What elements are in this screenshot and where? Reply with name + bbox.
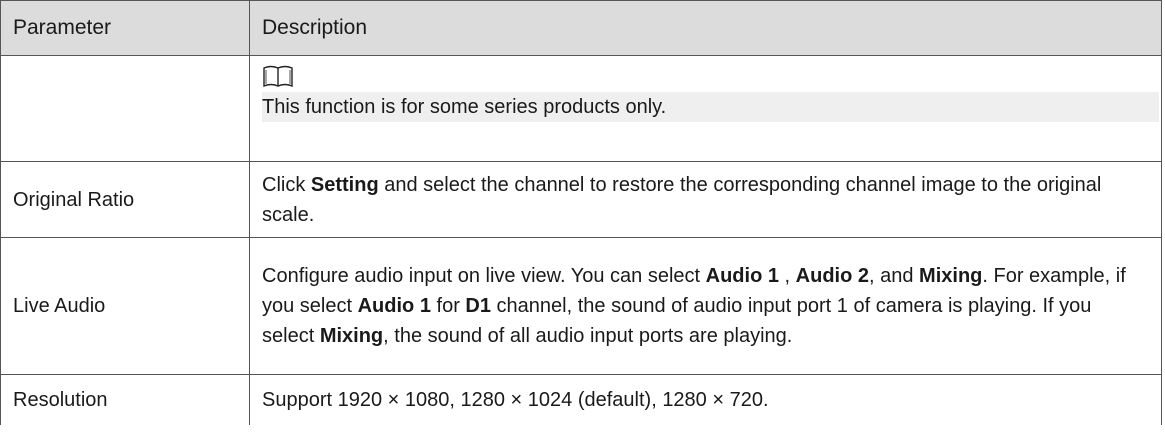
param-live-audio: Live Audio bbox=[0, 237, 250, 375]
table-row: Live Audio Configure audio input on live… bbox=[0, 237, 1162, 375]
desc-bold: Audio 1 bbox=[705, 265, 779, 287]
desc-text: Click bbox=[262, 173, 311, 196]
header-parameter: Parameter bbox=[0, 0, 250, 56]
desc-live-audio: Configure audio input on live view. You … bbox=[249, 237, 1162, 375]
param-original-ratio: Original Ratio bbox=[0, 161, 250, 238]
desc-text: , the sound of all audio input ports are… bbox=[383, 325, 793, 347]
header-description: Description bbox=[249, 0, 1162, 56]
desc-text: and select the channel to restore the co… bbox=[262, 173, 1102, 226]
desc-bold: D1 bbox=[465, 295, 491, 317]
desc-bold: Setting bbox=[310, 173, 379, 196]
desc-original-ratio: Click Setting and select the channel to … bbox=[249, 161, 1162, 238]
table-row: This function is for some series product… bbox=[0, 55, 1162, 162]
parameter-table: Parameter Description This function is f… bbox=[0, 0, 1162, 425]
desc-text: for bbox=[430, 295, 466, 317]
desc-bold: Mixing bbox=[319, 325, 384, 347]
desc-bold: Mixing bbox=[919, 265, 983, 287]
desc-resolution: Support 1920 × 1080, 1280 × 1024 (defaul… bbox=[249, 374, 1162, 425]
desc-bold: Audio 1 bbox=[357, 295, 431, 317]
table-header-row: Parameter Description bbox=[0, 0, 1162, 56]
note-cell: This function is for some series product… bbox=[249, 55, 1162, 162]
param-resolution: Resolution bbox=[0, 374, 250, 425]
desc-text: , and bbox=[869, 265, 920, 287]
table-row: Resolution Support 1920 × 1080, 1280 × 1… bbox=[0, 374, 1162, 425]
note-text: This function is for some series product… bbox=[262, 92, 1159, 122]
desc-text: Configure audio input on live view. You … bbox=[262, 265, 706, 287]
table-row: Original Ratio Click Setting and select … bbox=[0, 161, 1162, 238]
desc-bold: Audio 2 bbox=[795, 265, 869, 287]
book-note-icon bbox=[262, 64, 294, 90]
desc-text: , bbox=[778, 265, 796, 287]
param-cell-empty bbox=[0, 55, 250, 162]
